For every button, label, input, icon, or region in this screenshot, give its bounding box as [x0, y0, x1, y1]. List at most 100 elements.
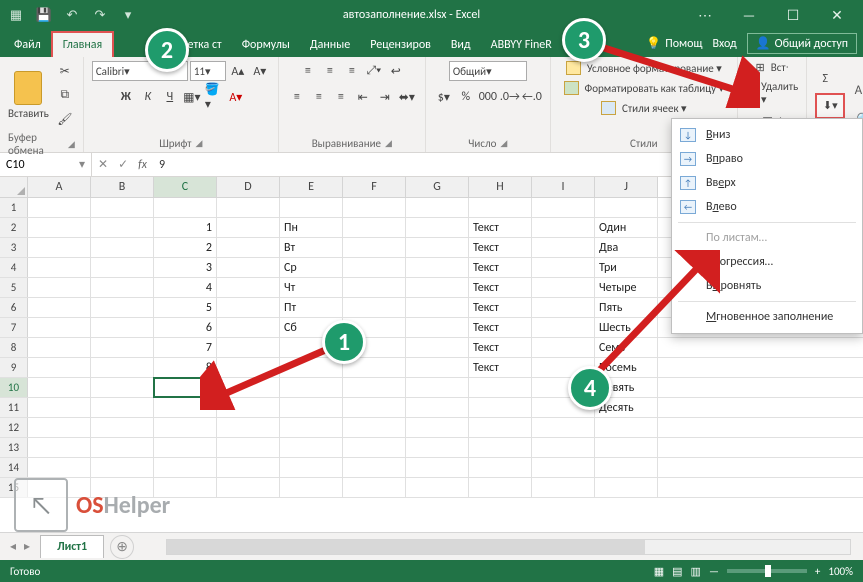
- cell[interactable]: [406, 458, 469, 477]
- row-header[interactable]: 9: [0, 358, 28, 377]
- align-middle-icon[interactable]: ≡: [320, 61, 340, 81]
- borders-button[interactable]: ▦▾: [182, 87, 202, 107]
- cell[interactable]: [406, 198, 469, 217]
- cell[interactable]: [217, 458, 280, 477]
- cell[interactable]: [469, 458, 532, 477]
- align-right-icon[interactable]: ≡: [331, 87, 351, 107]
- cell[interactable]: [595, 478, 658, 497]
- cell[interactable]: [406, 338, 469, 357]
- fill-left-item[interactable]: ←Влево: [672, 195, 862, 219]
- row-header[interactable]: 14: [0, 458, 28, 477]
- font-size-combo[interactable]: 11 ▾: [190, 61, 226, 81]
- cell[interactable]: 4: [154, 278, 217, 297]
- fill-down-item[interactable]: ↓Вниз: [672, 123, 862, 147]
- cell[interactable]: [532, 438, 595, 457]
- cell[interactable]: [532, 278, 595, 297]
- cell[interactable]: Текст: [469, 318, 532, 337]
- align-bottom-icon[interactable]: ≡: [342, 61, 362, 81]
- cell[interactable]: [469, 378, 532, 397]
- cell[interactable]: [343, 418, 406, 437]
- cell[interactable]: [91, 378, 154, 397]
- number-format-combo[interactable]: Общий ▾: [449, 61, 527, 81]
- tab-data[interactable]: Данные: [300, 33, 360, 57]
- cell[interactable]: [343, 378, 406, 397]
- cell[interactable]: Текст: [469, 298, 532, 317]
- cell[interactable]: [532, 218, 595, 237]
- tab-file[interactable]: Файл: [4, 33, 51, 57]
- cancel-formula-icon[interactable]: ✕: [98, 157, 108, 172]
- orientation-icon[interactable]: ⤢▾: [364, 61, 384, 81]
- accounting-icon[interactable]: $▾: [434, 87, 454, 107]
- cell[interactable]: [406, 298, 469, 317]
- cell[interactable]: [343, 438, 406, 457]
- row-header[interactable]: 10: [0, 378, 28, 397]
- decrease-font-icon[interactable]: A▾: [250, 61, 270, 81]
- cell[interactable]: [91, 278, 154, 297]
- underline-button[interactable]: Ч: [160, 87, 180, 107]
- increase-decimal-icon[interactable]: .0→: [500, 87, 520, 107]
- tab-home[interactable]: Главная: [51, 31, 114, 57]
- wrap-text-icon[interactable]: ↩: [386, 61, 406, 81]
- select-all-corner[interactable]: [0, 177, 28, 197]
- cell[interactable]: [343, 238, 406, 257]
- view-pagebreak-icon[interactable]: ▥: [691, 565, 701, 578]
- view-normal-icon[interactable]: ▦: [654, 565, 664, 578]
- cell[interactable]: [28, 338, 91, 357]
- cell[interactable]: [28, 298, 91, 317]
- cell[interactable]: [406, 238, 469, 257]
- save-icon[interactable]: 💾: [32, 3, 56, 27]
- cell[interactable]: [154, 198, 217, 217]
- cell[interactable]: Один: [595, 218, 658, 237]
- cell[interactable]: [217, 318, 280, 337]
- cell[interactable]: [469, 198, 532, 217]
- row-header[interactable]: 12: [0, 418, 28, 437]
- cell[interactable]: [343, 398, 406, 417]
- cell[interactable]: [91, 418, 154, 437]
- cell[interactable]: 2: [154, 238, 217, 257]
- cell[interactable]: [217, 418, 280, 437]
- cell[interactable]: Пн: [280, 218, 343, 237]
- cell[interactable]: [91, 318, 154, 337]
- horizontal-scrollbar[interactable]: [166, 539, 851, 555]
- cell[interactable]: [154, 458, 217, 477]
- align-left-icon[interactable]: ≡: [287, 87, 307, 107]
- cell[interactable]: [91, 298, 154, 317]
- tab-view[interactable]: Вид: [441, 33, 481, 57]
- column-header[interactable]: I: [532, 177, 595, 197]
- tab-review[interactable]: Рецензиров: [360, 33, 441, 57]
- sheet-nav-prev-icon[interactable]: ◂: [10, 539, 16, 554]
- cell[interactable]: [91, 218, 154, 237]
- cell[interactable]: Текст: [469, 338, 532, 357]
- bold-button[interactable]: Ж: [116, 87, 136, 107]
- new-sheet-button[interactable]: ⊕: [110, 535, 134, 559]
- cell[interactable]: 6: [154, 318, 217, 337]
- cell[interactable]: [343, 258, 406, 277]
- column-header[interactable]: F: [343, 177, 406, 197]
- cell[interactable]: [28, 278, 91, 297]
- ribbon-options-icon[interactable]: ⋯: [683, 0, 727, 30]
- cell[interactable]: [406, 398, 469, 417]
- cell[interactable]: [469, 438, 532, 457]
- cell[interactable]: Ср: [280, 258, 343, 277]
- cell[interactable]: [406, 218, 469, 237]
- format-painter-icon[interactable]: 🖌: [55, 109, 75, 129]
- cell[interactable]: [406, 278, 469, 297]
- increase-indent-icon[interactable]: ⇥: [375, 87, 395, 107]
- cell[interactable]: [91, 358, 154, 377]
- fill-color-button[interactable]: 🪣▾: [204, 87, 224, 107]
- view-pagelayout-icon[interactable]: ▤: [672, 565, 682, 578]
- cell[interactable]: [91, 238, 154, 257]
- fill-up-item[interactable]: ↑Вверх: [672, 171, 862, 195]
- cell[interactable]: Вт: [280, 238, 343, 257]
- cell[interactable]: [406, 478, 469, 497]
- cell[interactable]: [469, 418, 532, 437]
- cell[interactable]: [28, 218, 91, 237]
- column-header[interactable]: J: [595, 177, 658, 197]
- cell[interactable]: [28, 258, 91, 277]
- cell[interactable]: [28, 318, 91, 337]
- cell[interactable]: [343, 478, 406, 497]
- align-top-icon[interactable]: ≡: [298, 61, 318, 81]
- cell[interactable]: [217, 258, 280, 277]
- dialog-launcher-icon[interactable]: ◢: [195, 138, 202, 149]
- cell[interactable]: 3: [154, 258, 217, 277]
